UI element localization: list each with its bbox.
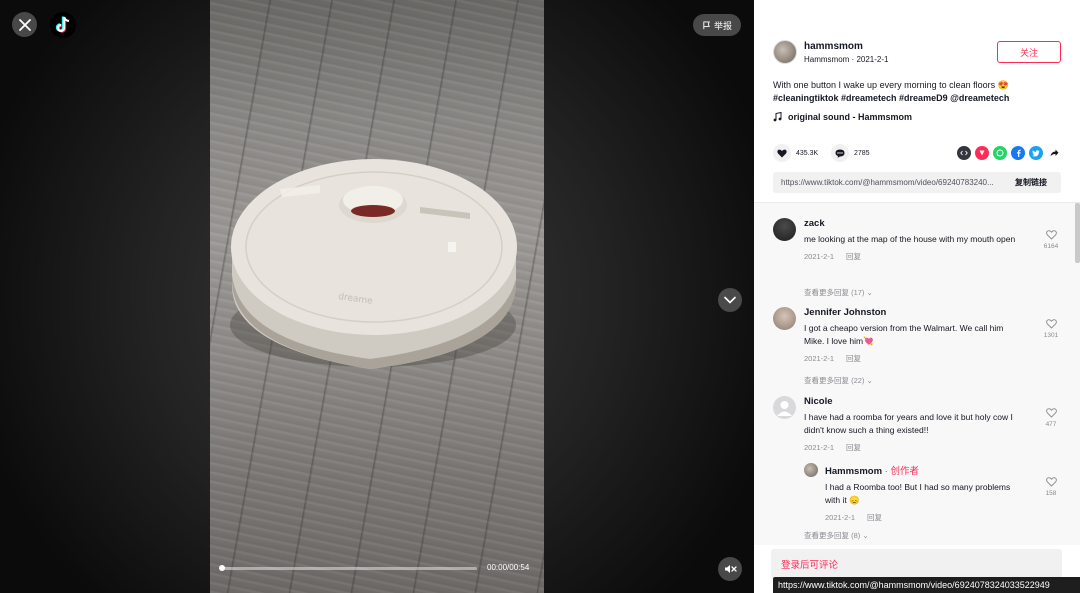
comment-like-count: 1301 — [1043, 332, 1059, 339]
time-display: 00:00/00:54 — [487, 563, 530, 572]
embed-icon[interactable] — [957, 146, 971, 160]
progress-handle[interactable] — [219, 565, 225, 571]
reply-button[interactable]: 回复 — [846, 252, 861, 261]
video-player: 举报 dreame 00:00/00:54 — [0, 0, 754, 593]
comment-date: 2021-2-1 — [804, 252, 835, 261]
view-more-replies[interactable]: 查看更多回复 (8) ⌄ — [804, 530, 869, 541]
report-button[interactable]: 举报 — [693, 14, 741, 36]
commenter-avatar[interactable] — [773, 396, 796, 419]
chevron-down-icon: ⌄ — [866, 376, 873, 385]
comment-like[interactable]: 6164 — [1041, 230, 1061, 250]
facebook-icon[interactable] — [1011, 146, 1025, 160]
like-action[interactable]: 435.3K — [773, 144, 818, 162]
heart-outline-icon — [1045, 319, 1057, 329]
comment-meta: 2021-2-1 回复 — [804, 353, 1024, 364]
reply-button[interactable]: 回复 — [846, 443, 861, 452]
comment-date: 2021-2-1 — [804, 443, 835, 452]
status-url-tooltip: https://www.tiktok.com/@hammsmom/video/6… — [773, 577, 1080, 593]
mute-button[interactable] — [718, 557, 742, 581]
speaker-muted-icon — [724, 565, 737, 573]
video-frame[interactable]: dreame — [210, 0, 544, 593]
view-more-replies[interactable]: 查看更多回复 (17) ⌄ — [804, 287, 873, 298]
heart-outline-icon — [1045, 408, 1057, 418]
reply-button[interactable]: 回复 — [867, 513, 882, 522]
comment-text: me looking at the map of the house with … — [804, 234, 1016, 244]
progress-bar[interactable] — [219, 565, 477, 571]
comment-text: I got a cheapo version from the Walmart.… — [804, 323, 1004, 346]
reply-author-name[interactable]: Hammsmom — [825, 466, 882, 477]
commenter-avatar[interactable] — [773, 218, 796, 241]
reply-like[interactable]: 158 — [1041, 477, 1061, 497]
reply-item: Hammsmom · 创作者 I had a Roomba too! But I… — [804, 463, 1063, 523]
reply-like-count: 158 — [1045, 490, 1057, 497]
comment-item: zack me looking at the map of the house … — [773, 218, 1063, 288]
reply-text: I had a Roomba too! But I had so many pr… — [825, 482, 1011, 505]
whatsapp-icon[interactable] — [993, 146, 1007, 160]
like-count: 435.3K — [796, 149, 819, 157]
commenter-name[interactable]: zack — [804, 218, 1024, 229]
copy-link-button[interactable]: 复制链接 — [1015, 177, 1047, 188]
share-arrow-icon[interactable] — [1047, 146, 1061, 160]
author-username[interactable]: hammsmom — [804, 41, 888, 52]
comment-like-count: 477 — [1045, 421, 1057, 428]
comment-like[interactable]: 477 — [1041, 408, 1061, 428]
comment-text: I have had a roomba for years and love i… — [804, 412, 1013, 435]
comment-action[interactable]: 2785 — [831, 144, 870, 162]
music-note-icon — [773, 112, 782, 122]
reply-name-line: Hammsmom · 创作者 — [825, 463, 1025, 477]
report-label: 举报 — [713, 20, 732, 31]
comment-count: 2785 — [854, 149, 870, 157]
music-link[interactable]: original sound - Hammsmom — [773, 112, 912, 122]
comment-meta: 2021-2-1 回复 — [804, 251, 1024, 262]
close-button[interactable] — [12, 12, 37, 37]
comment-like-count: 6164 — [1043, 243, 1059, 250]
follow-button[interactable]: 关注 — [997, 41, 1061, 63]
share-link-box: https://www.tiktok.com/@hammsmom/video/6… — [773, 172, 1061, 193]
tiktok-logo-icon[interactable] — [50, 12, 76, 38]
creator-badge: · 创作者 — [884, 466, 919, 477]
author-info[interactable]: hammsmom Hammsmom · 2021-2-1 — [773, 40, 888, 64]
commenter-name[interactable]: Nicole — [804, 396, 1024, 407]
chevron-down-icon — [724, 296, 736, 304]
author-avatar[interactable] — [773, 40, 797, 64]
heart-outline-icon — [1045, 477, 1057, 487]
action-row: 435.3K 2785 — [773, 144, 1063, 162]
chevron-down-icon: ⌄ — [862, 531, 869, 540]
comment-item: Nicole I have had a roomba for years and… — [773, 396, 1063, 456]
comment-meta: 2021-2-1 回复 — [804, 442, 1024, 453]
hashtags[interactable]: #cleaningtiktok #dreametech #dreameD9 @d… — [773, 92, 1063, 105]
twitter-icon[interactable] — [1029, 146, 1043, 160]
comment-date: 2021-2-1 — [804, 354, 835, 363]
music-title: original sound - Hammsmom — [788, 112, 913, 122]
heart-outline-icon — [1045, 230, 1057, 240]
robot-vacuum-image: dreame — [230, 159, 517, 369]
comment-scrollbar[interactable] — [1075, 203, 1080, 263]
comment-icon — [835, 149, 845, 158]
share-link-url[interactable]: https://www.tiktok.com/@hammsmom/video/6… — [781, 178, 1009, 187]
comment-list[interactable]: zack me looking at the map of the house … — [754, 202, 1080, 545]
pinterest-icon[interactable] — [975, 146, 989, 160]
default-avatar-icon — [777, 401, 792, 416]
heart-icon — [777, 149, 787, 157]
close-icon — [18, 18, 31, 31]
share-icons — [957, 146, 1061, 160]
login-to-comment[interactable]: 登录后可评论 — [771, 549, 1062, 579]
detail-panel: hammsmom Hammsmom · 2021-2-1 关注 With one… — [754, 0, 1080, 593]
reply-meta: 2021-2-1 回复 — [825, 512, 1025, 523]
comment-like[interactable]: 1301 — [1041, 319, 1061, 339]
commenter-avatar[interactable] — [773, 307, 796, 330]
reply-button[interactable]: 回复 — [846, 354, 861, 363]
comment-item: Jennifer Johnston I got a cheapo version… — [773, 307, 1063, 377]
video-description: With one button I wake up every morning … — [773, 79, 1063, 105]
view-more-replies[interactable]: 查看更多回复 (22) ⌄ — [804, 375, 873, 386]
description-text: With one button I wake up every morning … — [773, 80, 1009, 90]
reply-avatar[interactable] — [804, 463, 818, 477]
chevron-down-icon: ⌄ — [866, 288, 873, 297]
commenter-name[interactable]: Jennifer Johnston — [804, 307, 1024, 318]
reply-date: 2021-2-1 — [825, 513, 856, 522]
next-video-button[interactable] — [718, 288, 742, 312]
author-subline: Hammsmom · 2021-2-1 — [804, 54, 889, 64]
flag-icon — [703, 20, 710, 29]
